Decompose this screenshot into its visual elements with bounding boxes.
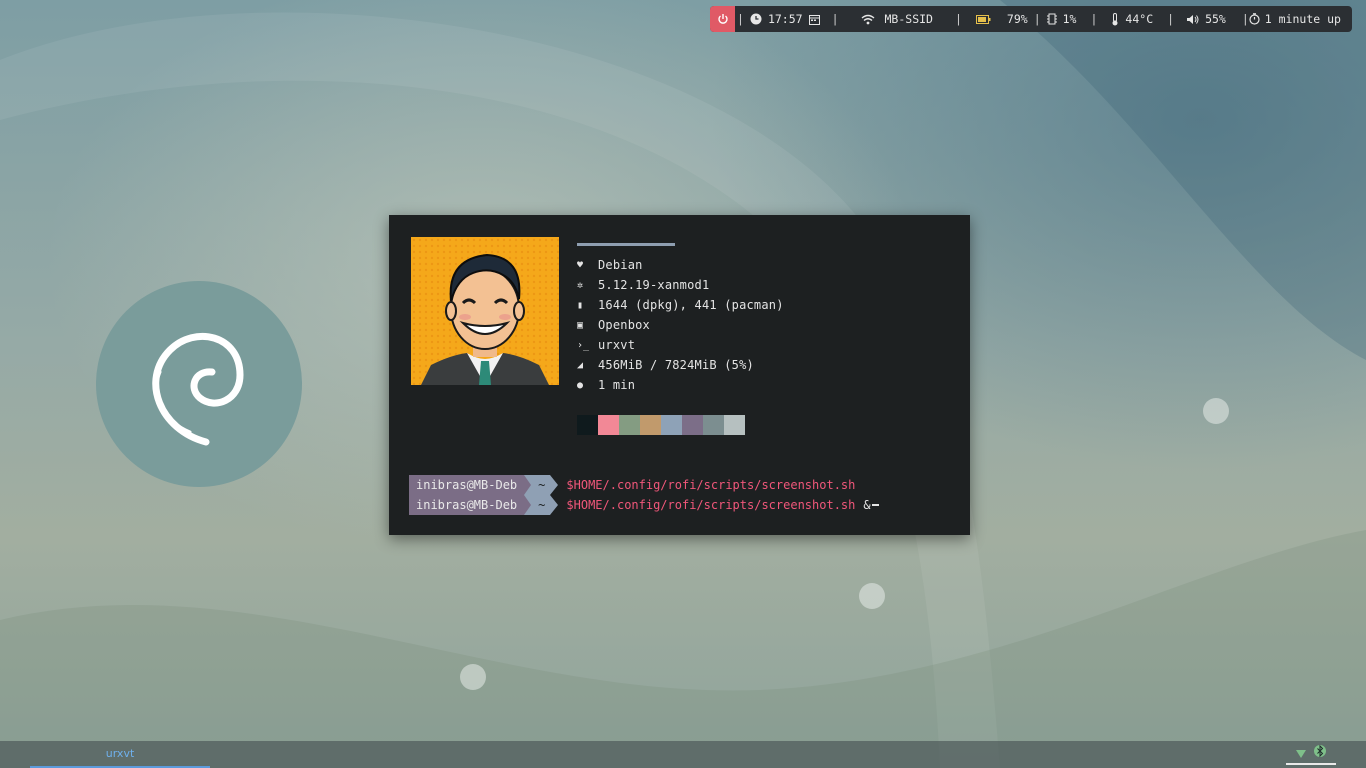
cpu-widget[interactable]: 1%	[1046, 12, 1077, 26]
palette-swatch	[703, 415, 724, 435]
cpu-usage: 1%	[1062, 12, 1077, 26]
volume-icon	[1186, 14, 1199, 25]
prompt-suffix: &	[863, 498, 871, 512]
volume-level: 55%	[1205, 12, 1226, 26]
palette-swatch	[640, 415, 661, 435]
palette-swatch	[724, 415, 745, 435]
prompt-dir: ~	[524, 475, 551, 495]
info-os: ♥ Debian	[577, 258, 643, 272]
network-tray-icon[interactable]	[1296, 743, 1306, 762]
prompt-command: $HOME/.config/rofi/scripts/screenshot.sh	[566, 478, 856, 492]
terminal-icon: ›_	[577, 339, 590, 351]
system-tray[interactable]	[1286, 741, 1336, 765]
prompt-arrow-icon	[550, 495, 559, 515]
battery-level: 79%	[1006, 12, 1028, 26]
prompt-command: $HOME/.config/rofi/scripts/screenshot.sh	[566, 498, 856, 512]
info-divider	[577, 243, 675, 246]
clock-time: 17:57	[767, 12, 803, 26]
terminal-window[interactable]: ♥ Debian ✲ 5.12.19-xanmod1 ▮ 1644 (dpkg)…	[389, 215, 970, 535]
palette-swatch	[598, 415, 619, 435]
prompt-user: inibras@MB-Deb	[409, 475, 525, 495]
info-packages: ▮ 1644 (dpkg), 441 (pacman)	[577, 298, 784, 312]
gear-icon: ✲	[577, 279, 584, 291]
heart-icon: ♥	[577, 259, 584, 271]
clock-widget[interactable]: 17:57	[750, 12, 826, 26]
prompt-line-current[interactable]: inibras@MB-Deb ~ $HOME/.config/rofi/scri…	[409, 495, 879, 515]
clock-icon	[750, 13, 762, 25]
power-icon	[717, 14, 728, 24]
uptime-value: 1 minute up	[1264, 12, 1341, 26]
uptime-widget[interactable]: 1 minute up	[1249, 12, 1341, 26]
power-button[interactable]	[710, 6, 735, 32]
status-bar: | 17:57 | MB-SSID | 79% | 1% | 44°C | 55…	[710, 6, 1352, 32]
calendar-icon	[808, 14, 820, 25]
text-cursor	[871, 504, 879, 506]
info-terminal: ›_ urxvt	[577, 338, 636, 352]
bubble	[460, 664, 486, 690]
bubble	[1203, 398, 1229, 424]
stopwatch-icon	[1249, 13, 1260, 25]
cpu-icon	[1046, 13, 1057, 25]
debian-logo-circle	[96, 281, 302, 487]
temperature-value: 44°C	[1125, 12, 1154, 26]
avatar-image	[411, 237, 559, 385]
info-wm: ▣ Openbox	[577, 318, 650, 332]
info-kernel: ✲ 5.12.19-xanmod1	[577, 278, 710, 292]
info-uptime: ● 1 min	[577, 378, 636, 392]
window-icon: ▣	[577, 319, 584, 331]
memory-icon: ◢	[577, 359, 584, 371]
wifi-icon	[861, 14, 875, 25]
bluetooth-tray-icon[interactable]	[1314, 743, 1326, 762]
bubble	[859, 583, 885, 609]
palette-swatch	[682, 415, 703, 435]
package-icon: ▮	[577, 299, 584, 311]
color-palette	[577, 415, 745, 435]
palette-swatch	[619, 415, 640, 435]
temperature-widget[interactable]: 44°C	[1111, 12, 1153, 26]
volume-widget[interactable]: 55%	[1186, 12, 1226, 26]
palette-swatch	[577, 415, 598, 435]
taskbar: urxvt	[0, 741, 1366, 768]
bulb-icon: ●	[577, 379, 584, 391]
thermometer-icon	[1111, 12, 1119, 26]
taskbar-item-urxvt[interactable]: urxvt	[30, 741, 210, 768]
info-memory: ◢ 456MiB / 7824MiB (5%)	[577, 358, 754, 372]
battery-widget[interactable]: 79%	[975, 12, 1028, 26]
prompt-arrow-icon	[550, 475, 559, 495]
prompt-user: inibras@MB-Deb	[409, 495, 525, 515]
wifi-ssid: MB-SSID	[884, 12, 933, 26]
battery-icon	[975, 14, 991, 24]
prompt-dir: ~	[524, 495, 551, 515]
wifi-widget[interactable]: MB-SSID	[861, 12, 933, 26]
palette-swatch	[661, 415, 682, 435]
prompt-line: inibras@MB-Deb ~ $HOME/.config/rofi/scri…	[409, 475, 855, 495]
